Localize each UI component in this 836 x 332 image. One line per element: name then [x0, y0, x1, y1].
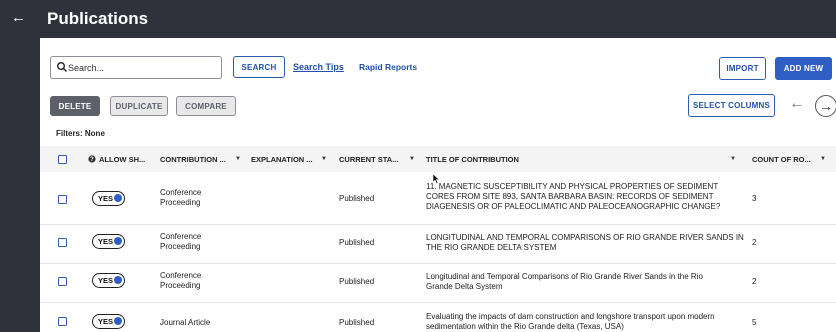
- column-label: EXPLANATION ...: [251, 154, 313, 164]
- toggle-label: YES: [98, 276, 114, 285]
- toggle-knob: [114, 194, 122, 202]
- rapid-reports-link[interactable]: Rapid Reports: [359, 62, 417, 72]
- status-cell: Published: [339, 277, 375, 286]
- allow-share-toggle[interactable]: YES: [92, 191, 125, 206]
- allow-share-toggle[interactable]: YES: [92, 314, 125, 329]
- select-columns-button[interactable]: SELECT COLUMNS: [688, 94, 775, 117]
- filters-label: Filters: None: [56, 129, 105, 138]
- row-checkbox[interactable]: [58, 238, 67, 247]
- search-tips-link[interactable]: Search Tips: [293, 62, 344, 72]
- contribution-type: Journal Article: [160, 318, 211, 327]
- dropdown-caret-icon[interactable]: ▼: [409, 156, 415, 162]
- allow-share-toggle[interactable]: YES: [92, 234, 125, 249]
- count-cell: 3: [752, 194, 757, 203]
- toggle-label: YES: [98, 194, 114, 203]
- column-header-type[interactable]: CONTRIBUTION ... ▼: [160, 146, 246, 172]
- row-checkbox[interactable]: [58, 195, 67, 204]
- table-header: ? ALLOW SH... CONTRIBUTION ... ▼ EXPLANA…: [40, 146, 836, 172]
- column-label: TITLE OF CONTRIBUTION: [426, 154, 519, 164]
- mouse-cursor-icon: [433, 174, 440, 184]
- column-header-explanation[interactable]: EXPLANATION ... ▼: [251, 146, 339, 172]
- table-row[interactable]: YES Conference Proceeding Published LONGI…: [40, 225, 836, 263]
- title-cell: Evaluating the impacts of dam constructi…: [426, 312, 715, 331]
- status-cell: Published: [339, 194, 375, 203]
- duplicate-button[interactable]: DUPLICATE: [110, 96, 168, 116]
- back-arrow-icon[interactable]: ←: [11, 9, 26, 27]
- allow-share-toggle[interactable]: YES: [92, 273, 125, 288]
- contribution-type: Conference Proceeding: [160, 232, 202, 251]
- column-header-title[interactable]: TITLE OF CONTRIBUTION ▼: [426, 146, 736, 172]
- select-all-checkbox[interactable]: [58, 155, 67, 164]
- count-cell: 5: [752, 318, 757, 327]
- left-gutter: [0, 38, 40, 332]
- column-label: CURRENT STA...: [339, 154, 399, 164]
- toggle-knob: [114, 237, 122, 245]
- toggle-label: YES: [98, 317, 114, 326]
- dropdown-caret-icon[interactable]: ▼: [820, 156, 826, 162]
- title-cell: LONGITUDINAL AND TEMPORAL COMPARISONS OF…: [426, 233, 744, 252]
- status-cell: Published: [339, 318, 375, 327]
- svg-text:?: ?: [90, 157, 94, 163]
- column-header-status[interactable]: CURRENT STA... ▼: [339, 146, 421, 172]
- table-row[interactable]: YES Journal Article Published Evaluating…: [40, 303, 836, 332]
- dropdown-caret-icon[interactable]: ▼: [235, 156, 241, 162]
- contribution-type: Conference Proceeding: [160, 188, 202, 207]
- search-button[interactable]: SEARCH: [233, 56, 285, 78]
- dropdown-caret-icon[interactable]: ▼: [321, 156, 327, 162]
- page-title: Publications: [47, 9, 149, 28]
- toggle-knob: [114, 276, 122, 284]
- table-row[interactable]: YES Conference Proceeding Published Longi…: [40, 264, 836, 302]
- add-new-button[interactable]: ADD NEW: [775, 57, 832, 80]
- row-checkbox[interactable]: [58, 277, 67, 286]
- question-icon: ?: [88, 155, 96, 163]
- status-cell: Published: [339, 238, 375, 247]
- count-cell: 2: [752, 277, 757, 286]
- column-label: COUNT OF RO...: [752, 154, 811, 164]
- arrow-right-icon[interactable]: →: [815, 95, 836, 117]
- column-label: CONTRIBUTION ...: [160, 154, 226, 164]
- row-checkbox[interactable]: [58, 317, 67, 326]
- search-input[interactable]: [68, 59, 218, 76]
- column-header-allow[interactable]: ? ALLOW SH...: [88, 146, 163, 172]
- column-label: ALLOW SH...: [99, 154, 146, 164]
- delete-button[interactable]: DELETE: [50, 96, 100, 116]
- count-cell: 2: [752, 238, 757, 247]
- title-cell: 11. MAGNETIC SUSCEPTIBILITY AND PHYSICAL…: [426, 182, 721, 211]
- import-button[interactable]: IMPORT: [719, 57, 766, 80]
- arrow-left-icon[interactable]: ←: [789, 95, 805, 113]
- compare-button[interactable]: COMPARE: [176, 96, 236, 116]
- contribution-type: Conference Proceeding: [160, 271, 202, 290]
- toggle-label: YES: [98, 237, 114, 246]
- toggle-knob: [114, 317, 122, 325]
- column-header-count[interactable]: COUNT OF RO... ▼: [752, 146, 834, 172]
- app-header: ← Publications: [0, 0, 836, 38]
- search-box[interactable]: [50, 56, 222, 79]
- title-cell: Longitudinal and Temporal Comparisons of…: [426, 272, 703, 291]
- dropdown-caret-icon[interactable]: ▼: [730, 156, 736, 162]
